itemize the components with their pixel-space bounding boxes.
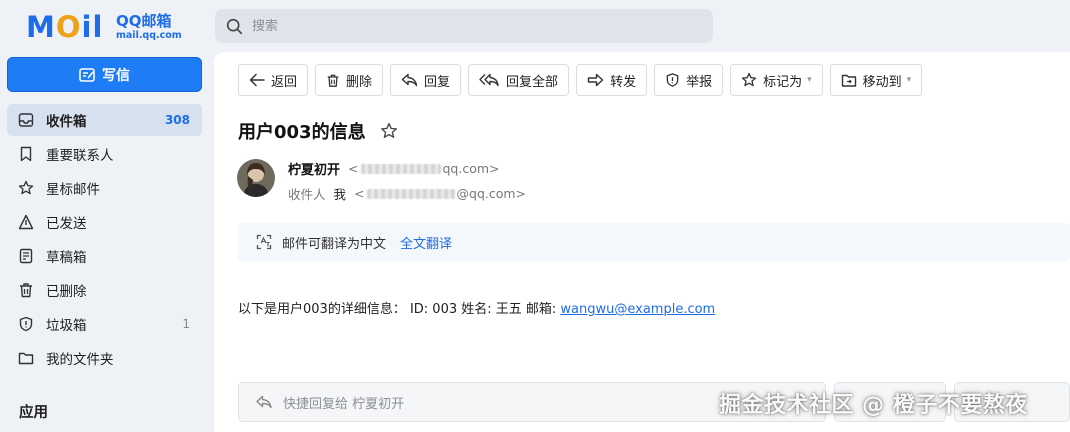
watermark: 掘金技术社区 @ 橙子不要熬夜 [719, 393, 1028, 418]
sender-domain: qq.com> [442, 161, 500, 176]
sidebar-item-label: 星标邮件 [46, 182, 100, 198]
unread-count: 308 [164, 113, 190, 127]
sidebar-item-label: 重要联系人 [46, 148, 114, 164]
inbox-icon [18, 112, 34, 128]
sidebar-item-my-folders[interactable]: 我的文件夹 [7, 342, 202, 374]
redacted-address [366, 188, 455, 199]
star-icon [18, 180, 34, 196]
address-open-bracket: < [348, 161, 359, 176]
forward-button[interactable]: 转发 [576, 64, 648, 96]
body-email-link[interactable]: wangwu@example.com [560, 302, 715, 317]
recipient-label: 收件人 [288, 187, 326, 202]
bookmark-icon [18, 146, 34, 162]
sidebar-item-drafts[interactable]: 草稿箱 [7, 240, 202, 272]
reply-icon [401, 73, 418, 87]
shield-icon [18, 316, 34, 332]
folder-move-icon [841, 73, 857, 88]
folder-nav: 收件箱 308 重要联系人 星标邮件 已发送 草稿箱 已删除 垃圾箱 1 我的文… [7, 104, 202, 376]
subject-text: 用户003的信息 [238, 122, 366, 143]
message-toolbar: 返回 删除 回复 回复全部 转发 举报 标记为 ▾ 移动到 ▾ [238, 64, 923, 96]
sender-avatar[interactable] [237, 159, 275, 197]
translate-message: 邮件可翻译为中文 [282, 236, 387, 252]
sidebar-item-important-contacts[interactable]: 重要联系人 [7, 138, 202, 170]
sidebar-item-label: 草稿箱 [46, 250, 87, 266]
chevron-down-icon: ▾ [807, 75, 812, 85]
sidebar-item-starred[interactable]: 星标邮件 [7, 172, 202, 204]
sidebar-item-inbox[interactable]: 收件箱 308 [7, 104, 202, 136]
mark-as-label: 标记为 [763, 74, 803, 90]
compose-label: 写信 [102, 67, 130, 84]
sender-name[interactable]: 柠夏初开 [288, 159, 340, 178]
sidebar: MOil QQ邮箱 mail.qq.com 写信 收件箱 308 重要联系人 星… [0, 0, 214, 432]
apps-section-title: 应用 [19, 405, 48, 421]
arrow-left-icon [249, 73, 265, 87]
trash-icon [326, 73, 340, 88]
draft-icon [18, 248, 34, 264]
delete-button[interactable]: 删除 [315, 64, 384, 96]
search-input[interactable] [252, 18, 652, 34]
trash-icon [18, 282, 34, 298]
sender-line: 柠夏初开 < qq.com> [288, 159, 500, 178]
full-translate-link[interactable]: 全文翻译 [400, 233, 452, 252]
shield-alert-icon [665, 72, 680, 88]
body-text: 以下是用户003的详细信息： ID: 003 姓名: 王五 邮箱: [238, 302, 561, 317]
report-button[interactable]: 举报 [654, 64, 724, 96]
recipient-line: 收件人 我 < @qq.com> [288, 184, 526, 203]
reply-label: 回复 [424, 74, 451, 90]
report-label: 举报 [686, 74, 713, 90]
reply-all-button[interactable]: 回复全部 [468, 64, 570, 96]
qq-mail-logo[interactable]: MOil QQ邮箱 mail.qq.com [26, 10, 186, 44]
item-count: 1 [182, 317, 190, 331]
sidebar-item-label: 已发送 [46, 216, 87, 232]
quick-reply-placeholder: 快捷回复给 柠夏初开 [283, 396, 405, 412]
move-to-label: 移动到 [862, 74, 902, 90]
forward-arrow-icon [587, 73, 604, 87]
delete-label: 删除 [346, 74, 373, 90]
move-to-dropdown[interactable]: 移动到 ▾ [829, 64, 923, 96]
star-toggle-icon[interactable] [380, 122, 398, 140]
reply-icon [255, 395, 273, 409]
sidebar-item-sent[interactable]: 已发送 [7, 206, 202, 238]
recipient-domain: @qq.com> [456, 186, 527, 201]
message-body: 以下是用户003的详细信息： ID: 003 姓名: 王五 邮箱: wangwu… [238, 298, 715, 317]
compose-button[interactable]: 写信 [7, 57, 202, 92]
reply-all-label: 回复全部 [506, 74, 559, 90]
sidebar-item-label: 已删除 [46, 284, 87, 300]
forward-label: 转发 [610, 74, 637, 90]
send-icon [18, 214, 34, 230]
back-button[interactable]: 返回 [238, 64, 309, 96]
redacted-address [360, 163, 441, 174]
star-icon [741, 72, 757, 88]
mark-as-dropdown[interactable]: 标记为 ▾ [730, 64, 823, 96]
compose-icon [79, 67, 95, 82]
logo-domain: mail.qq.com [116, 30, 182, 41]
sidebar-item-label: 收件箱 [46, 114, 87, 130]
message-panel: 返回 删除 回复 回复全部 转发 举报 标记为 ▾ 移动到 ▾ 用户003的信息… [214, 52, 1070, 432]
address-open-bracket: < [354, 186, 365, 201]
translate-icon [256, 234, 272, 250]
message-subject: 用户003的信息 [238, 118, 398, 144]
reply-button[interactable]: 回复 [390, 64, 462, 96]
translate-banner: 邮件可翻译为中文 全文翻译 [238, 223, 1070, 261]
recipient-name[interactable]: 我 [334, 184, 347, 203]
sidebar-item-deleted[interactable]: 已删除 [7, 274, 202, 306]
logo-product-name: QQ邮箱 [116, 12, 172, 30]
logo-wordmark: MOil [26, 10, 104, 44]
sidebar-item-label: 垃圾箱 [46, 318, 87, 334]
search-icon [226, 18, 243, 35]
sender-address: < qq.com> [348, 161, 500, 176]
recipient-address: < @qq.com> [354, 186, 526, 201]
sidebar-item-label: 我的文件夹 [46, 352, 114, 368]
back-label: 返回 [271, 74, 298, 90]
chevron-down-icon: ▾ [906, 75, 912, 85]
search-bar[interactable] [215, 9, 713, 43]
reply-all-icon [479, 73, 500, 87]
sidebar-item-spam[interactable]: 垃圾箱 1 [7, 308, 202, 340]
folder-icon [18, 350, 34, 366]
